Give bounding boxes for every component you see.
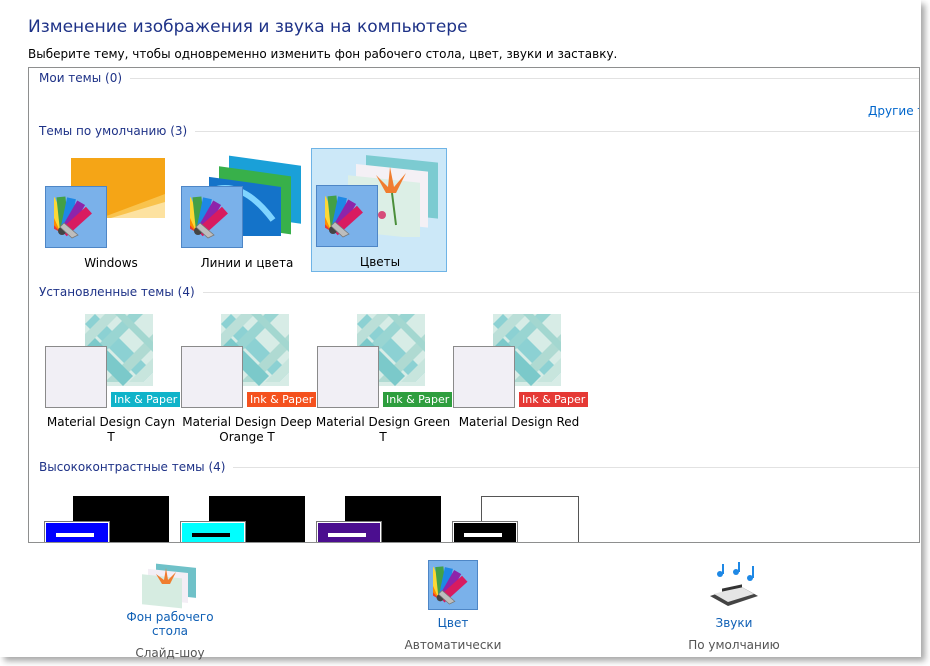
page-title: Изменение изображения и звука на компьют… xyxy=(28,17,468,37)
more-themes-link[interactable]: Другие те xyxy=(868,104,919,118)
theme-name: Material Design Red xyxy=(458,415,580,429)
hc-swatch xyxy=(316,521,382,542)
theme-tile-md-cayn[interactable]: Ink & Paper Material Design Cayn T xyxy=(43,312,181,444)
hc-swatch xyxy=(452,521,518,542)
ink-paper-badge: Ink & Paper xyxy=(247,392,317,407)
group-divider xyxy=(202,291,919,293)
palette-icon xyxy=(316,185,378,247)
theme-tile-windows[interactable]: Windows xyxy=(43,150,179,274)
theme-tile-high-contrast-1[interactable] xyxy=(43,494,179,542)
sounds-label[interactable]: Звуки xyxy=(684,616,784,630)
theme-preview-frame xyxy=(453,346,515,408)
palette-icon xyxy=(45,186,107,248)
hc-swatch xyxy=(44,521,110,542)
theme-tile-lines-and-colors[interactable]: Линии и цвета xyxy=(179,150,315,274)
desktop-background-button[interactable]: Фон рабочего стола Слайд-шоу xyxy=(108,560,232,660)
group-high-contrast-themes: Высококонтрастные темы (4) xyxy=(39,460,919,474)
theme-name: Material Design Cayn T xyxy=(46,415,176,444)
personalization-window: Изменение изображения и звука на компьют… xyxy=(0,0,921,660)
desktop-background-value: Слайд-шоу xyxy=(135,646,205,660)
theme-preview-frame xyxy=(317,346,379,408)
desktop-background-label[interactable]: Фон рабочего стола xyxy=(108,610,232,638)
ink-paper-badge: Ink & Paper xyxy=(519,392,589,407)
color-button[interactable]: Цвет Автоматически xyxy=(403,560,503,652)
group-divider xyxy=(233,466,919,468)
theme-tile-md-green[interactable]: Ink & Paper Material Design Green T xyxy=(315,312,453,444)
ink-paper-badge: Ink & Paper xyxy=(383,392,453,407)
theme-tile-high-contrast-2[interactable] xyxy=(179,494,315,542)
theme-tile-md-red[interactable]: Ink & Paper Material Design Red xyxy=(451,312,589,436)
color-palette-icon xyxy=(428,560,478,610)
group-default-themes: Темы по умолчанию (3) xyxy=(39,124,919,138)
theme-name: Windows xyxy=(84,256,138,270)
sounds-button[interactable]: Звуки По умолчанию xyxy=(684,560,784,652)
theme-name: Линии и цвета xyxy=(200,256,294,270)
desktop-background-icon xyxy=(142,563,196,609)
ink-paper-badge: Ink & Paper xyxy=(111,392,181,407)
group-my-themes-label: Мои темы (0) xyxy=(39,71,123,85)
sounds-icon xyxy=(710,562,758,606)
theme-preview-frame xyxy=(181,346,243,408)
theme-preview-frame xyxy=(45,346,107,408)
palette-icon xyxy=(181,186,243,248)
theme-name: Material Design Green T xyxy=(315,415,451,444)
theme-tile-md-deep-orange[interactable]: Ink & Paper Material Design Deep Orange … xyxy=(179,312,317,444)
group-default-themes-label: Темы по умолчанию (3) xyxy=(39,124,188,138)
theme-tile-high-contrast-3[interactable] xyxy=(315,494,451,542)
group-installed-themes: Установленные темы (4) xyxy=(39,285,919,299)
group-high-contrast-label: Высококонтрастные темы (4) xyxy=(39,460,226,474)
hc-swatch xyxy=(180,521,246,542)
theme-name: Material Design Deep Orange T xyxy=(182,415,312,444)
group-divider xyxy=(130,77,919,79)
theme-name: Цветы xyxy=(359,255,401,269)
theme-tile-flowers[interactable]: Цветы xyxy=(311,148,447,272)
sounds-value: По умолчанию xyxy=(688,638,780,652)
themes-list[interactable]: Мои темы (0) Другие те Темы по умолчанию… xyxy=(28,67,920,543)
theme-tile-high-contrast-4[interactable] xyxy=(451,494,587,542)
color-value: Автоматически xyxy=(404,638,502,652)
page-subtitle: Выберите тему, чтобы одновременно измени… xyxy=(28,47,618,61)
color-label[interactable]: Цвет xyxy=(403,616,503,630)
group-installed-themes-label: Установленные темы (4) xyxy=(39,285,195,299)
group-my-themes: Мои темы (0) xyxy=(39,71,919,85)
group-divider xyxy=(195,130,919,132)
